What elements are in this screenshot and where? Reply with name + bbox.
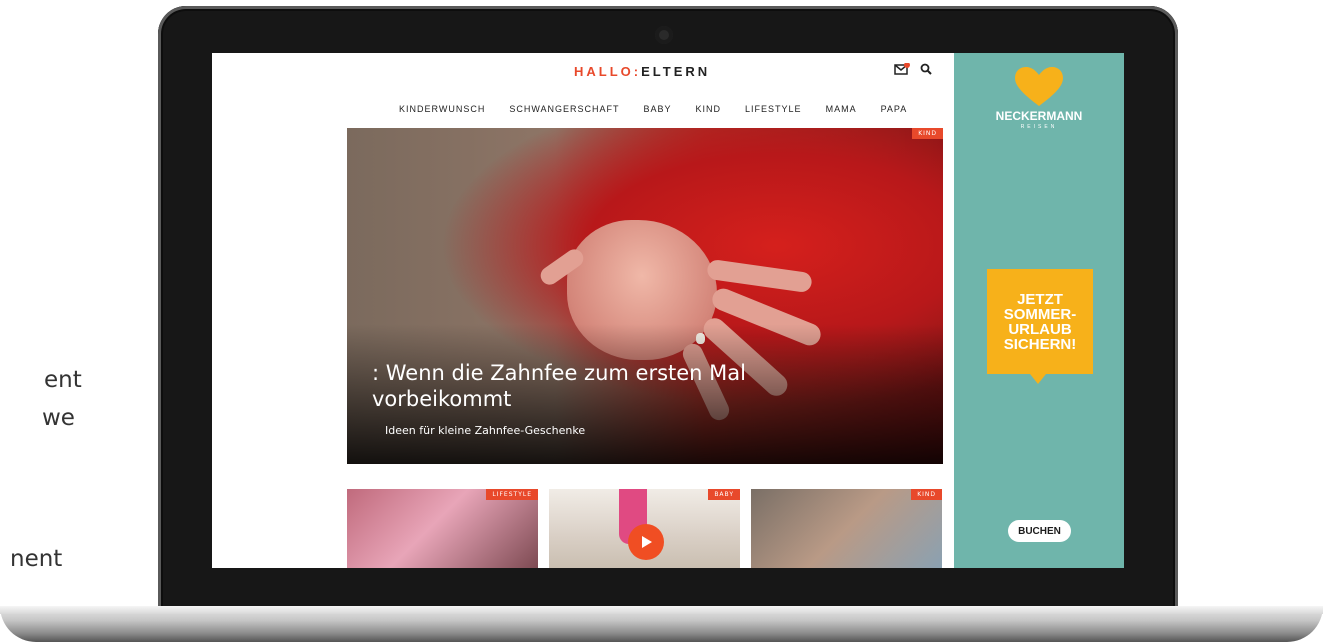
hero-title-text: Wenn die Zahnfee zum ersten Mal vorbeiko… [372, 361, 746, 411]
side-text-line-3: nent [10, 546, 63, 572]
search-icon[interactable] [920, 62, 932, 80]
article-card-lifestyle[interactable]: LIFESTYLE [347, 489, 538, 568]
hero-article[interactable]: KIND : Wenn die Zahnfee zum ersten Mal v… [347, 128, 943, 464]
logo-text-second: ELTERN [641, 64, 711, 79]
hero-title-prefix: : [372, 361, 380, 385]
ad-cta-pointer [1030, 374, 1046, 384]
ad-brand-name: NECKERMANN [995, 109, 1083, 123]
article-card-kind[interactable]: KIND [751, 489, 942, 568]
nav-item-schwangerschaft[interactable]: SCHWANGERSCHAFT [509, 104, 619, 114]
webcam-icon [655, 26, 673, 44]
mail-icon[interactable] [894, 62, 910, 80]
card-category-badge[interactable]: KIND [911, 489, 942, 500]
article-card-baby[interactable]: BABY [549, 489, 740, 568]
main-nav: KINDERWUNSCH SCHWANGERSCHAFT BABY KIND L… [399, 104, 907, 114]
card-category-badge[interactable]: LIFESTYLE [486, 489, 538, 500]
advertisement-banner[interactable]: NECKERMANN REISEN JETZT SOMMER- URLAUB S… [954, 53, 1124, 568]
ad-brand-sub: REISEN [1020, 124, 1058, 130]
header-icons [894, 62, 932, 80]
side-text-line-2: we [42, 405, 75, 431]
hero-subtitle: Ideen für kleine Zahnfee-Geschenke [385, 424, 586, 437]
play-icon[interactable] [628, 524, 664, 560]
heart-logo-icon [1015, 67, 1063, 106]
ad-cta-box[interactable]: JETZT SOMMER- URLAUB SICHERN! [987, 269, 1093, 374]
laptop-base-edge [0, 606, 1323, 614]
nav-item-mama[interactable]: MAMA [826, 104, 857, 114]
hero-category-badge[interactable]: KIND [912, 128, 943, 139]
browser-screen: HALLO:ELTERN KINDERWUNSCH SCHWANGERSCHAF… [212, 53, 1124, 568]
hero-title[interactable]: : Wenn die Zahnfee zum ersten Mal vorbei… [372, 360, 822, 412]
side-text-line-1: ent [44, 367, 82, 393]
nav-item-kinderwunsch[interactable]: KINDERWUNSCH [399, 104, 485, 114]
nav-item-papa[interactable]: PAPA [881, 104, 908, 114]
card-category-badge[interactable]: BABY [708, 489, 740, 500]
logo-text-first: HALLO [574, 64, 634, 79]
book-button[interactable]: BUCHEN [1008, 520, 1071, 542]
site-logo[interactable]: HALLO:ELTERN [574, 64, 710, 79]
nav-item-baby[interactable]: BABY [644, 104, 672, 114]
nav-item-kind[interactable]: KIND [696, 104, 722, 114]
nav-item-lifestyle[interactable]: LIFESTYLE [745, 104, 802, 114]
